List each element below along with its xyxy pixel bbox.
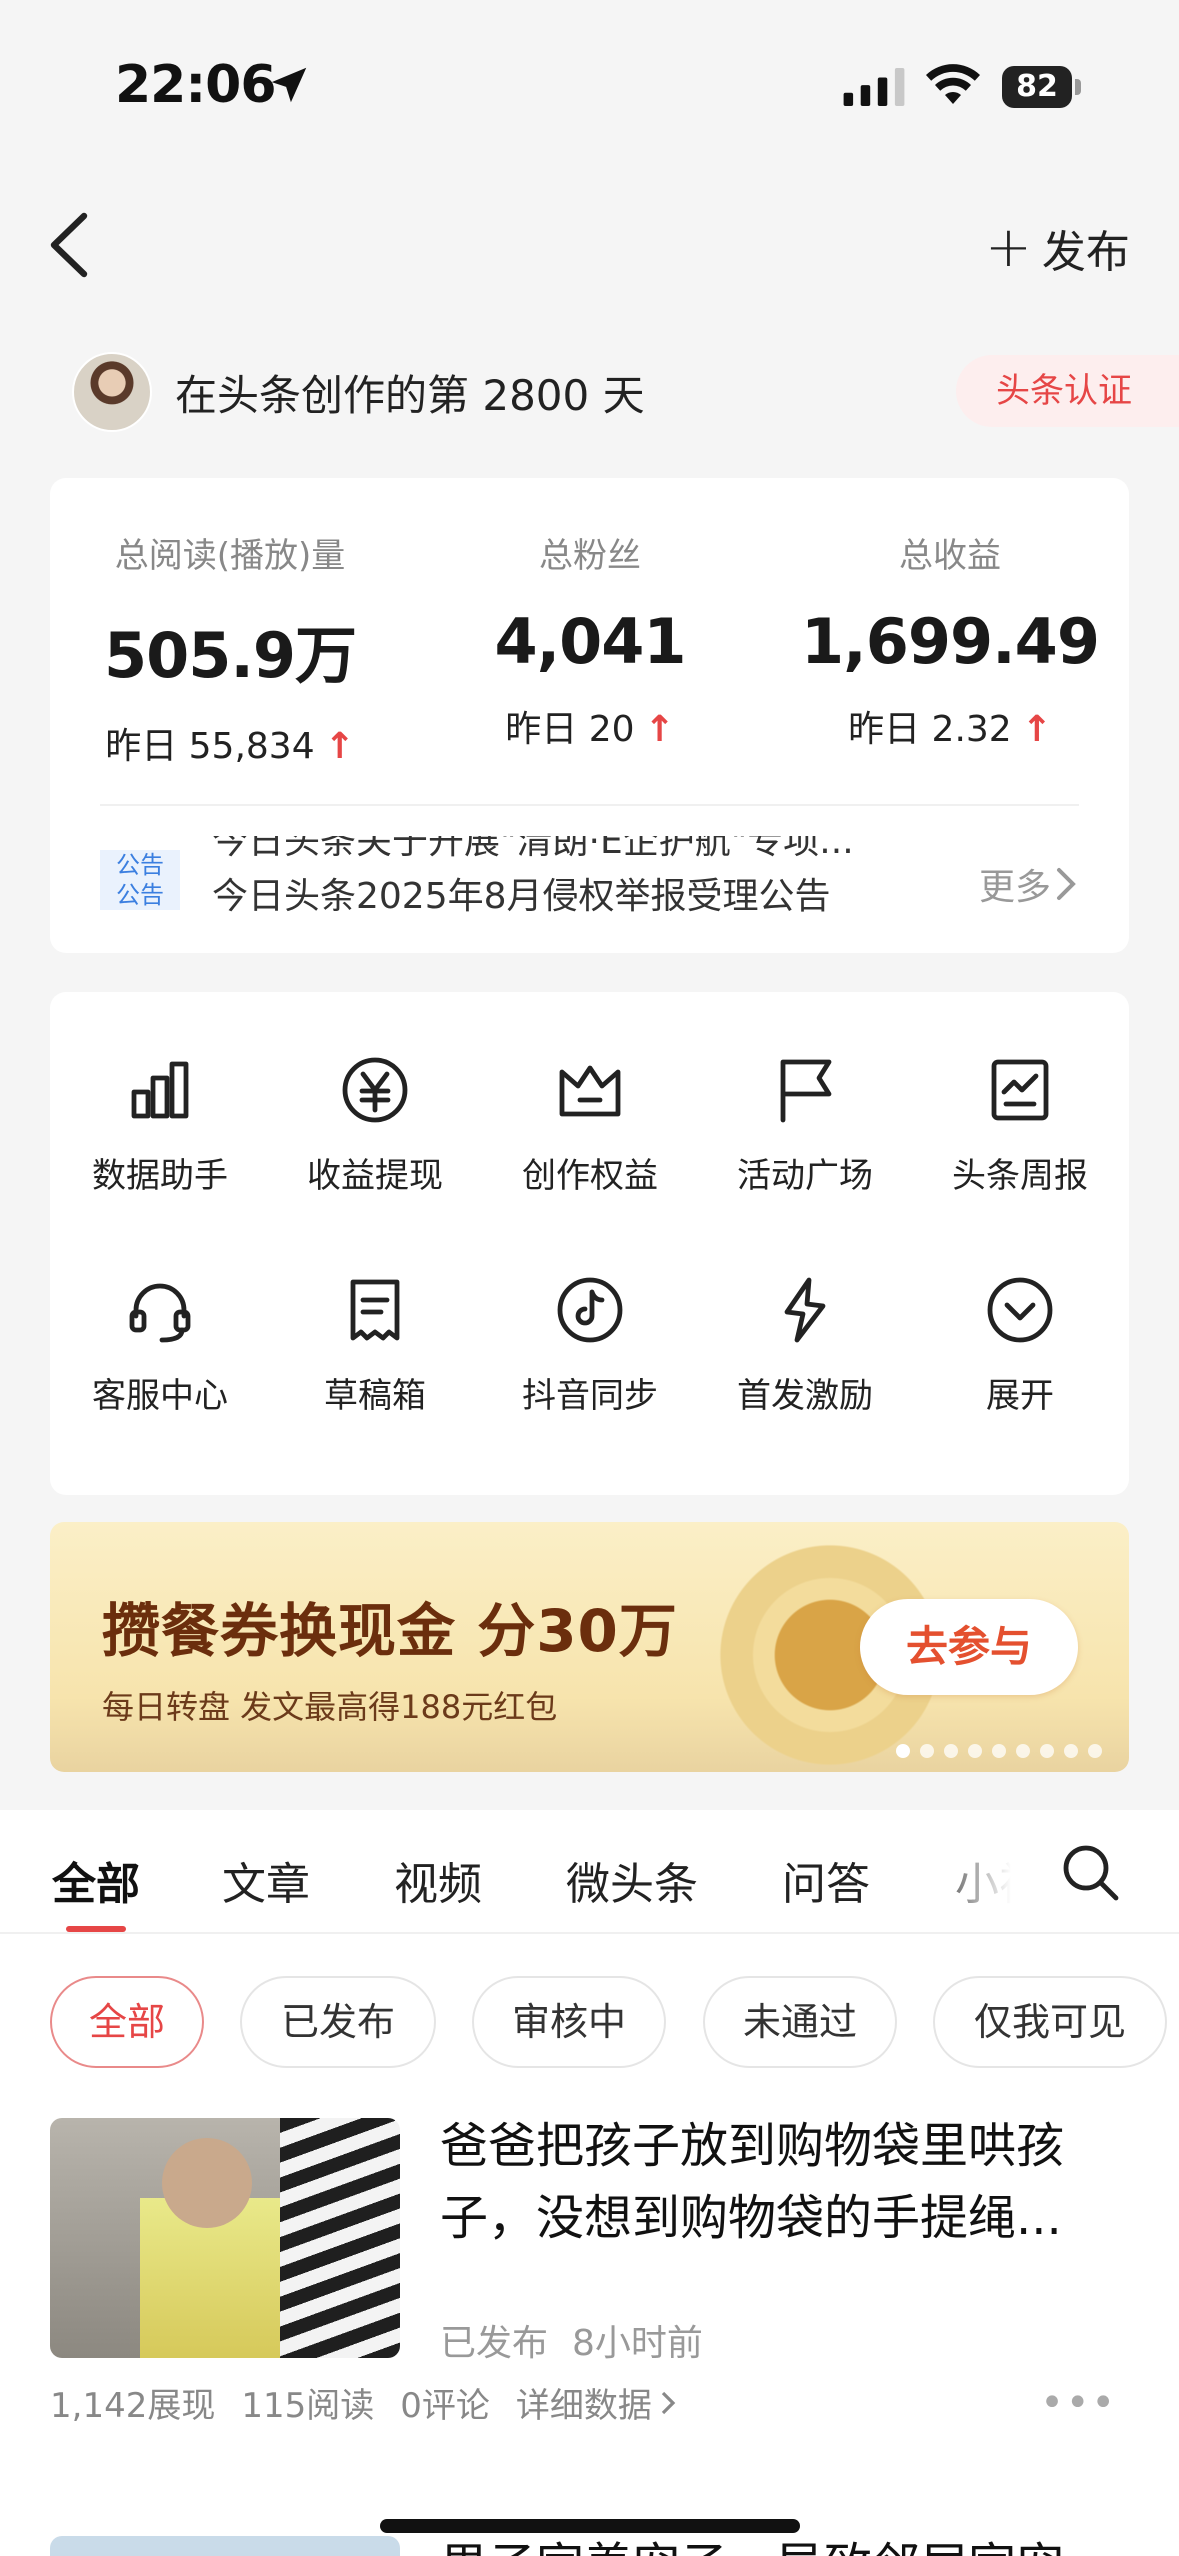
filter-chip-private[interactable]: 仅我可见 [933, 1976, 1167, 2068]
chevron-right-icon [1057, 868, 1076, 900]
article-stats: 1,142展现 115阅读 0评论 详细数据 [50, 2378, 678, 2427]
crown-icon [559, 1065, 621, 1117]
cert-badge[interactable]: 头条认证 [956, 355, 1179, 427]
arrow-up-icon: ↑ [324, 726, 355, 767]
battery-level: 82 [1002, 66, 1072, 108]
filter-chip-all[interactable]: 全部 [50, 1976, 204, 2068]
search-icon[interactable] [1060, 1842, 1120, 1902]
tool-creator-rights[interactable]: 创作权益 [490, 1054, 690, 1197]
stat-value: 1,699.49 [801, 605, 1100, 678]
report-chart-icon [991, 1059, 1049, 1121]
arrow-up-icon: ↑ [1021, 709, 1052, 750]
stat-delta: 昨日 20 ↑ [505, 709, 675, 750]
active-tab-indicator [66, 1926, 126, 1932]
douyin-icon [557, 1277, 623, 1343]
headset-icon [129, 1283, 191, 1343]
stat-total-reads[interactable]: 总阅读(播放)量 505.9万 昨日 55,834 ↑ [50, 478, 410, 769]
cellular-signal-icon [843, 68, 905, 106]
bar-chart-icon [131, 1061, 189, 1119]
tab-micro-posts[interactable]: 微头条 [566, 1848, 698, 1912]
publish-label: 发布 [1041, 227, 1130, 278]
content-tabs: 全部 文章 视频 微头条 问答 小视 [0, 1810, 1179, 1934]
tool-expand[interactable]: 展开 [920, 1274, 1120, 1417]
list-item[interactable]: 男子家养宠子，导致邻居家宠 [50, 2530, 1129, 2556]
stat-total-earnings[interactable]: 总收益 1,699.49 昨日 2.32 ↑ [770, 478, 1130, 752]
stats-card: 总阅读(播放)量 505.9万 昨日 55,834 ↑ 总粉丝 4,041 昨日 … [50, 478, 1129, 953]
wifi-icon [926, 64, 980, 104]
draft-icon [350, 1279, 400, 1341]
banner-title: 攒餐券换现金 分30万 [102, 1597, 678, 1665]
stat-label: 总阅读(播放)量 [114, 536, 346, 576]
article-thumbnail [50, 2536, 400, 2556]
tab-videos[interactable]: 视频 [394, 1848, 482, 1912]
tool-earnings-withdraw[interactable]: 收益提现 [275, 1054, 475, 1197]
tools-grid: 数据助手 收益提现 创作权益 活动广场 头条周报 客服中心 草稿箱 抖音同步 首… [50, 992, 1129, 1495]
notice-line: 今日头条2025年8月侵权举报受理公告 [212, 876, 831, 917]
tab-articles[interactable]: 文章 [222, 1848, 310, 1912]
stat-delta: 昨日 2.32 ↑ [848, 709, 1052, 750]
article-thumbnail[interactable] [50, 2118, 400, 2358]
filter-chip-reviewing[interactable]: 审核中 [472, 1976, 666, 2068]
banner-subtitle: 每日转盘 发文最高得188元红包 [102, 1688, 558, 1726]
tab-qa[interactable]: 问答 [782, 1848, 870, 1912]
tool-douyin-sync[interactable]: 抖音同步 [490, 1274, 690, 1417]
list-item[interactable]: 爸爸把孩子放到购物袋里哄孩子，没想到购物袋的手提绳... 已发布 8小时前 1,1… [50, 2118, 1129, 2426]
status-time: 22:06 [115, 55, 277, 115]
filter-chip-published[interactable]: 已发布 [240, 1976, 436, 2068]
content-list: 全部 文章 视频 微头条 问答 小视 全部 已发布 审核中 未通过 仅我可见 爸… [0, 1810, 1179, 2556]
article-status: 已发布 [440, 2323, 549, 2364]
lightning-icon [784, 1277, 826, 1343]
article-title[interactable]: 爸爸把孩子放到购物袋里哄孩子，没想到购物袋的手提绳... [440, 2110, 1120, 2254]
article-title: 男子家养宠子，导致邻居家宠 [440, 2530, 1064, 2556]
stat-label: 总收益 [899, 536, 1001, 576]
tool-customer-service[interactable]: 客服中心 [60, 1274, 260, 1417]
article-meta: 已发布 8小时前 [440, 2314, 703, 2366]
comments: 0评论 [400, 2386, 490, 2426]
promo-banner[interactable]: 攒餐券换现金 分30万 每日转盘 发文最高得188元红包 去参与 [50, 1522, 1129, 1772]
battery-icon: 82 [1002, 66, 1082, 108]
stat-delta: 昨日 55,834 ↑ [105, 726, 355, 767]
notice-line: 今日头条关于开展"清朗·E企护航"专项... [212, 836, 854, 862]
location-arrow-icon [271, 67, 307, 103]
chevron-down-circle-icon [987, 1277, 1053, 1343]
flag-icon [780, 1059, 832, 1123]
creation-days-text: 在头条创作的第 2800 天 [175, 371, 645, 420]
tool-data-assistant[interactable]: 数据助手 [60, 1054, 260, 1197]
tool-drafts[interactable]: 草稿箱 [275, 1274, 475, 1417]
notice-tag: 公告 公告 [100, 850, 180, 910]
stat-value: 505.9万 [103, 619, 357, 692]
filter-chip-rejected[interactable]: 未通过 [703, 1976, 897, 2068]
yuan-coin-icon [342, 1057, 408, 1123]
reads: 115阅读 [241, 2386, 375, 2426]
publish-button[interactable]: + 发布 [985, 215, 1130, 280]
avatar[interactable] [72, 352, 152, 432]
back-chevron-icon[interactable] [44, 210, 94, 280]
home-indicator[interactable] [380, 2519, 800, 2533]
stat-total-fans[interactable]: 总粉丝 4,041 昨日 20 ↑ [410, 478, 770, 752]
detail-data-link[interactable]: 详细数据 [516, 2378, 678, 2427]
arrow-up-icon: ↑ [644, 709, 675, 750]
tool-activity-square[interactable]: 活动广场 [705, 1054, 905, 1197]
tool-weekly-report[interactable]: 头条周报 [920, 1054, 1120, 1197]
tool-first-publish-reward[interactable]: 首发激励 [705, 1274, 905, 1417]
plus-icon: + [985, 215, 1032, 280]
stat-label: 总粉丝 [539, 536, 641, 576]
chevron-right-icon [661, 2391, 676, 2414]
tab-all[interactable]: 全部 [52, 1848, 140, 1912]
more-options-icon[interactable]: ••• [1040, 2380, 1117, 2426]
stat-value: 4,041 [494, 605, 686, 678]
divider [100, 804, 1079, 806]
notice-ticker[interactable]: 今日头条关于开展"清朗·E企护航"专项... 今日头条2025年8月侵权举报受理… [212, 836, 972, 922]
notice-more-button[interactable]: 更多 [979, 858, 1081, 910]
article-time: 8小时前 [572, 2323, 703, 2364]
banner-join-button[interactable]: 去参与 [860, 1599, 1078, 1695]
carousel-dots [896, 1744, 1102, 1758]
impressions: 1,142展现 [50, 2386, 216, 2426]
